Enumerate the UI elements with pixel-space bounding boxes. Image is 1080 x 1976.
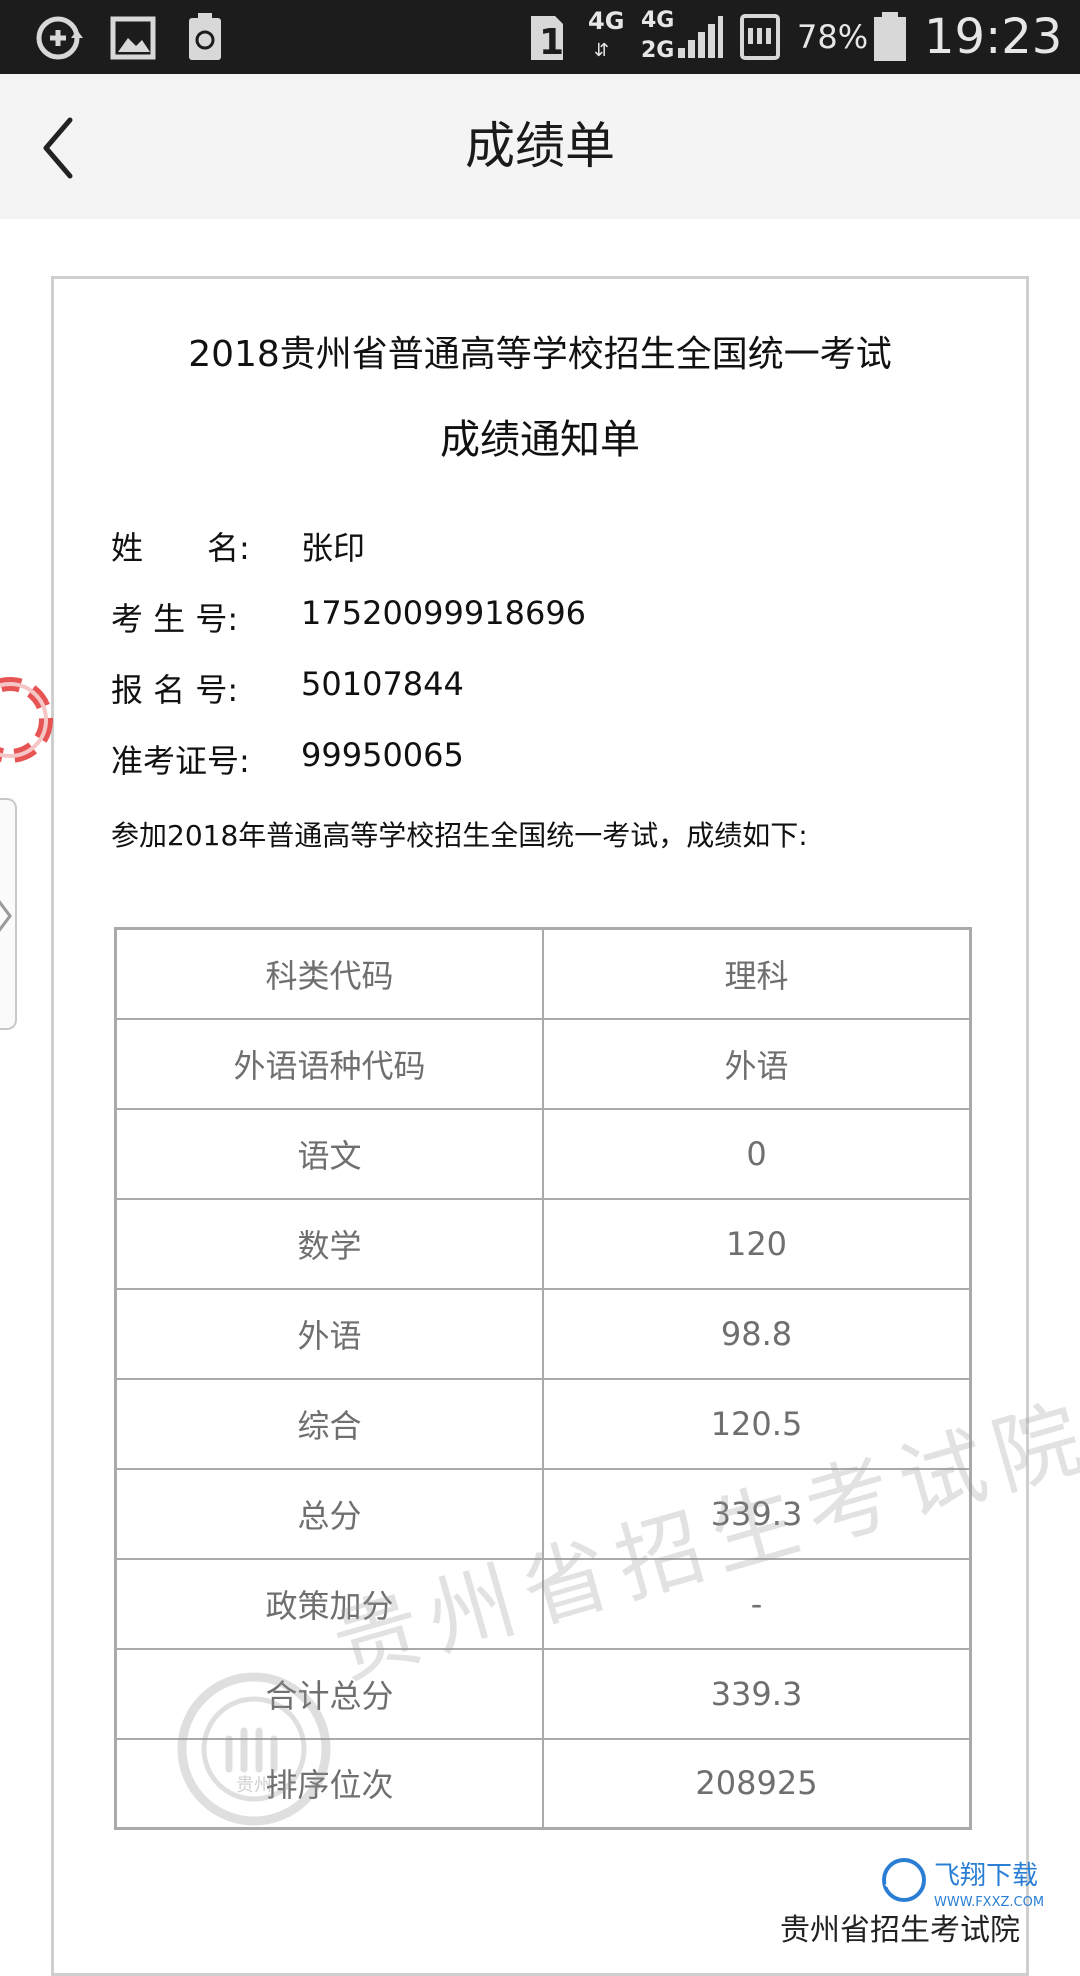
back-arrow-icon[interactable] (30, 110, 100, 186)
subject-cell: 外语 (114, 1287, 544, 1380)
table-row: 外语 98.8 (114, 1287, 972, 1380)
site-logo-url: WWW.FXXZ.COM (934, 1895, 1044, 1910)
sms-icon (740, 14, 780, 60)
subject-cell: 排序位次 (114, 1737, 544, 1830)
page-title: 成绩单 (465, 117, 615, 175)
score-cell: 120.5 (542, 1377, 972, 1470)
score-table: 科类代码 理科 外语语种代码 外语 语文 0 数学 120 外语 98.8 综合… (114, 927, 972, 1830)
table-row: 语文 0 (114, 1107, 972, 1200)
subject-cell: 政策加分 (114, 1557, 544, 1650)
intro-text: 参加2018年普通高等学校招生全国统一考试，成绩如下: (111, 819, 808, 852)
certificate-title: 2018贵州省普通高等学校招生全国统一考试 (188, 334, 892, 375)
navigation-bar: 成绩单 (0, 74, 1080, 219)
certificate-subtitle: 成绩通知单 (440, 417, 640, 463)
battery-icon (874, 12, 906, 61)
info-value: 99950065 (301, 736, 464, 774)
gallery-icon (110, 16, 156, 60)
table-row: 科类代码 理科 (114, 927, 972, 1020)
battery-percent: 78% (797, 18, 869, 56)
recycle-battery-icon (189, 13, 221, 60)
info-value: 张印 (301, 529, 366, 567)
floating-assistant-icon[interactable] (0, 672, 60, 768)
subject-cell: 语文 (114, 1107, 544, 1200)
score-cell: 339.3 (542, 1467, 972, 1560)
table-row: 合计总分 339.3 (114, 1647, 972, 1740)
table-row: 外语语种代码 外语 (114, 1017, 972, 1110)
table-row: 综合 120.5 (114, 1377, 972, 1470)
clock-time: 19:23 (924, 9, 1063, 65)
subject-cell: 合计总分 (114, 1647, 544, 1740)
table-row: 数学 120 (114, 1197, 972, 1290)
info-value: 17520099918696 (301, 594, 587, 632)
signal-icon (678, 16, 723, 58)
site-logo-text: 飞翔下载 (934, 1861, 1038, 1891)
info-label: 准考证号: (111, 742, 250, 780)
score-cell: 理科 (542, 927, 972, 1020)
info-value: 50107844 (301, 665, 464, 703)
subject-cell: 科类代码 (114, 927, 544, 1020)
info-label: 报 名 号: (111, 671, 239, 709)
table-row: 总分 339.3 (114, 1467, 972, 1560)
site-logo: 飞翔下载 WWW.FXXZ.COM (882, 1858, 1044, 1910)
score-cell: 339.3 (542, 1647, 972, 1740)
score-cell: 120 (542, 1197, 972, 1290)
side-drawer-handle[interactable] (0, 798, 17, 1030)
score-cell: 208925 (542, 1737, 972, 1830)
score-cell: 0 (542, 1107, 972, 1200)
table-row: 政策加分 - (114, 1557, 972, 1650)
subject-cell: 数学 (114, 1197, 544, 1290)
score-cell: - (542, 1557, 972, 1650)
info-label: 考 生 号: (111, 600, 239, 638)
subject-cell: 总分 (114, 1467, 544, 1560)
score-cell: 外语 (542, 1017, 972, 1110)
chevron-right-icon (0, 900, 12, 932)
subject-cell: 外语语种代码 (114, 1017, 544, 1110)
info-label: 姓 名: (111, 529, 250, 567)
status-bar: 1 4G ⇵ 4G 2G 78% 19:23 (0, 0, 1080, 74)
sim-slot-number: 1 (539, 22, 565, 63)
table-row: 排序位次 208925 (114, 1737, 972, 1830)
score-cell: 98.8 (542, 1287, 972, 1380)
score-certificate: 2018贵州省普通高等学校招生全国统一考试 成绩通知单 姓 名: 张印 考 生 … (51, 276, 1080, 1976)
sync-plus-icon (36, 16, 83, 60)
subject-cell: 综合 (114, 1377, 544, 1470)
